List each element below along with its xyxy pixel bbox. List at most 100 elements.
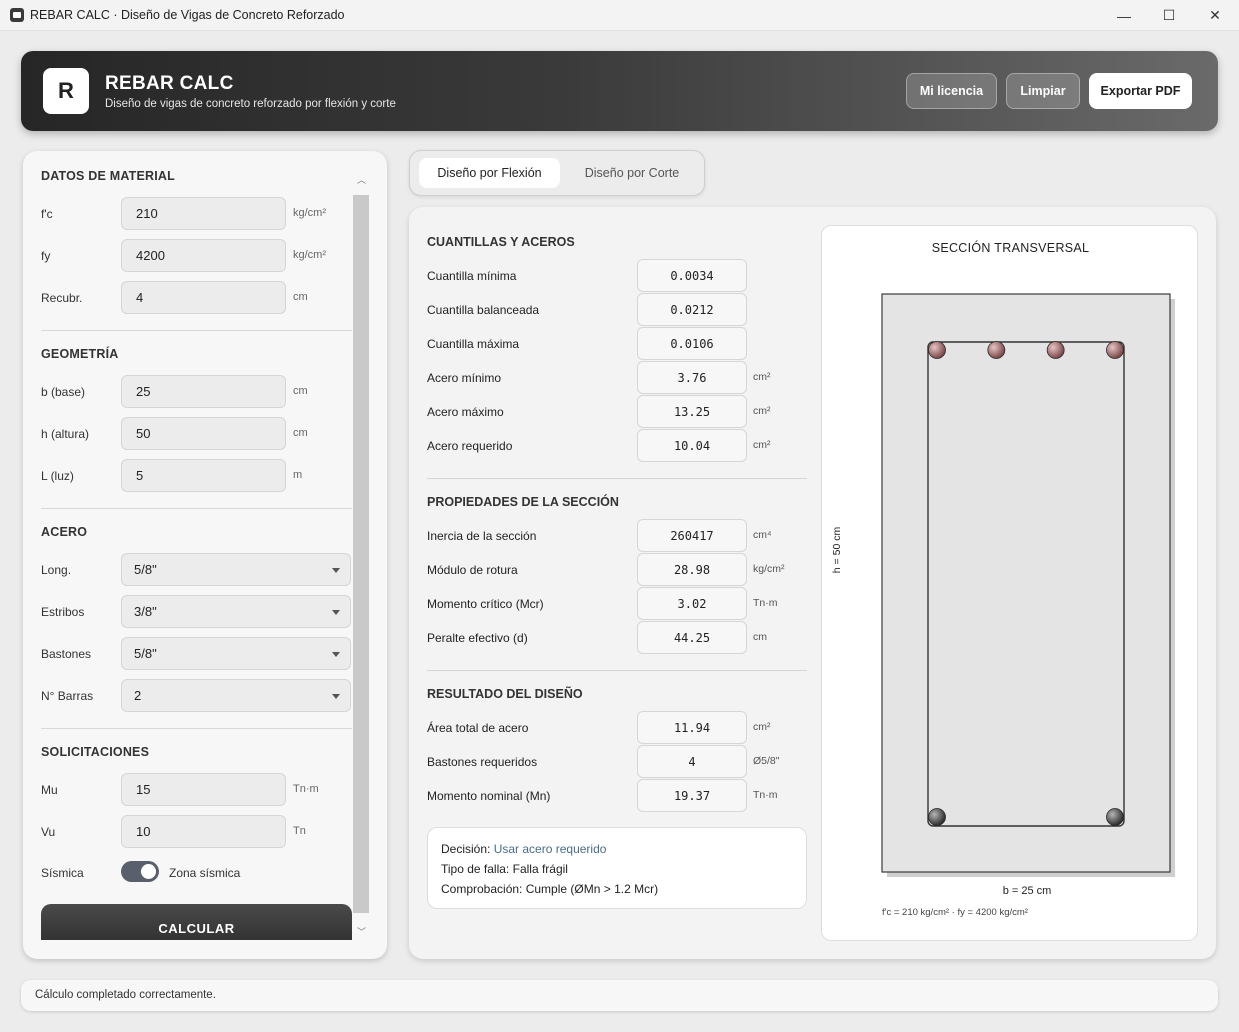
geometry-section-title: GEOMETRÍA [41,347,119,361]
ratio-row-label: Acero requerido [427,439,513,453]
design-row-unit: Tn·m [753,789,778,801]
chevron-down-icon [332,694,340,699]
ratio-row-unit: cm² [753,405,771,417]
long-bar-label: Long. [41,563,72,577]
fy-unit: kg/cm² [293,249,326,261]
ratio-row-label: Cuantilla balanceada [427,303,540,317]
fy-input[interactable]: 4200 [121,239,286,272]
scroll-up-icon[interactable]: ︿ [357,173,366,186]
title-bar: REBAR CALC · Diseño de Vigas de Concreto… [0,0,1239,31]
material-section-title: DATOS DE MATERIAL [41,169,175,183]
maximize-button[interactable]: ☐ [1146,0,1192,31]
base-dimension-label: b = 25 cm [1002,885,1052,897]
stirrup-value: 3/8" [134,604,157,619]
ratio-row-label: Acero mínimo [427,371,502,385]
scroll-down-icon[interactable]: ﹀ [357,925,366,938]
app-subtitle: Diseño de vigas de concreto reforzado po… [105,98,396,110]
ratio-row-label: Acero máximo [427,405,504,419]
properties-section-title: PROPIEDADES DE LA SECCIÓN [427,495,619,509]
property-row-label: Peralte efectivo (d) [427,631,528,645]
design-tabs: Diseño por Flexión Diseño por Corte [409,150,705,196]
bottom-rebar [928,808,946,826]
decision-value: Usar acero requerido [493,842,607,856]
license-button[interactable]: Mi licencia [906,73,997,109]
seismic-toggle-label: Zona sísmica [169,866,241,880]
vu-label: Vu [41,825,56,839]
divider [41,330,352,331]
loads-section-title: SOLICITACIONES [41,745,150,759]
minimize-button[interactable]: — [1101,0,1147,31]
cross-section-card: SECCIÓN TRANSVERSAL h = 50 cm b = 25 cm … [821,225,1198,941]
long-bar-select[interactable]: 5/8" [121,553,351,586]
extra-bars-value: 5/8" [134,646,157,661]
steel-section-title: ACERO [41,525,88,539]
property-row-value: 260417 [637,519,747,552]
failure-value: Falla frágil [512,862,568,876]
property-row-label: Momento crítico (Mcr) [427,597,544,611]
ratio-row-value: 0.0212 [637,293,747,326]
top-rebar [987,341,1006,359]
bar-count-select[interactable]: 2 [121,679,351,712]
span-input[interactable]: 5 [121,459,286,492]
app-header: R REBAR CALC Diseño de vigas de concreto… [21,51,1218,131]
results-panel: CUANTILLAS Y ACEROS Cuantilla mínima 0.00… [409,207,1216,959]
cover-unit: cm [293,291,308,303]
bar-count-value: 2 [134,688,142,703]
window-title: REBAR CALC · Diseño de Vigas de Concreto… [30,8,345,22]
property-row-label: Módulo de rotura [427,563,518,577]
cross-section-drawing [881,293,1175,877]
mu-input[interactable]: 15 [121,773,286,806]
vu-unit: Tn [293,825,306,837]
bar-count-label: N° Barras [41,689,94,703]
cover-input[interactable]: 4 [121,281,286,314]
concrete-section [881,293,1171,873]
top-rebar [928,341,946,359]
decision-row: Decisión: Usar acero requerido [441,842,606,856]
material-note: f'c = 210 kg/cm² · fy = 4200 kg/cm² [882,907,1028,918]
decision-box: Decisión: Usar acero requerido Tipo de f… [427,827,807,909]
design-row-unit: cm² [753,721,771,733]
chevron-down-icon [332,652,340,657]
clear-button[interactable]: Limpiar [1006,73,1080,109]
fy-label: fy [41,249,51,263]
design-section-title: RESULTADO DEL DISEÑO [427,687,583,701]
export-pdf-button[interactable]: Exportar PDF [1089,73,1192,109]
scrollbar-thumb[interactable] [353,195,369,913]
vu-input[interactable]: 10 [121,815,286,848]
bottom-rebar [1106,808,1124,826]
chevron-down-icon [332,568,340,573]
divider [41,508,352,509]
b-input[interactable]: 25 [121,375,286,408]
design-row-value: 11.94 [637,711,747,744]
failure-label: Tipo de falla: [441,862,510,876]
failure-row: Tipo de falla: Falla frágil [441,862,568,876]
ratio-row-value: 3.76 [637,361,747,394]
h-input[interactable]: 50 [121,417,286,450]
toggle-knob [141,864,156,879]
close-button[interactable]: ✕ [1192,0,1238,31]
stirrup-label: Estribos [41,605,85,619]
mu-label: Mu [41,783,58,797]
property-row-value: 44.25 [637,621,747,654]
long-bar-value: 5/8" [134,562,157,577]
calculate-button[interactable]: CALCULAR [41,904,352,940]
design-row-label: Momento nominal (Mn) [427,789,551,803]
tab-shear[interactable]: Diseño por Corte [567,158,697,188]
divider [41,728,352,729]
stirrup-select[interactable]: 3/8" [121,595,351,628]
ratios-section-title: CUANTILLAS Y ACEROS [427,235,575,249]
fc-unit: kg/cm² [293,207,326,219]
height-dimension-label: h = 50 cm [831,526,843,574]
design-row-value: 19.37 [637,779,747,812]
fc-input[interactable]: 210 [121,197,286,230]
seismic-label: Sísmica [41,866,84,880]
status-bar: Cálculo completado correctamente. [21,980,1218,1011]
ratio-row-label: Cuantilla mínima [427,269,517,283]
tab-flexion[interactable]: Diseño por Flexión [419,158,560,188]
ratio-row-value: 13.25 [637,395,747,428]
h-label: h (altura) [41,427,90,441]
extra-bars-select[interactable]: 5/8" [121,637,351,670]
chevron-down-icon [332,610,340,615]
seismic-toggle[interactable] [121,861,159,882]
property-row-value: 28.98 [637,553,747,586]
